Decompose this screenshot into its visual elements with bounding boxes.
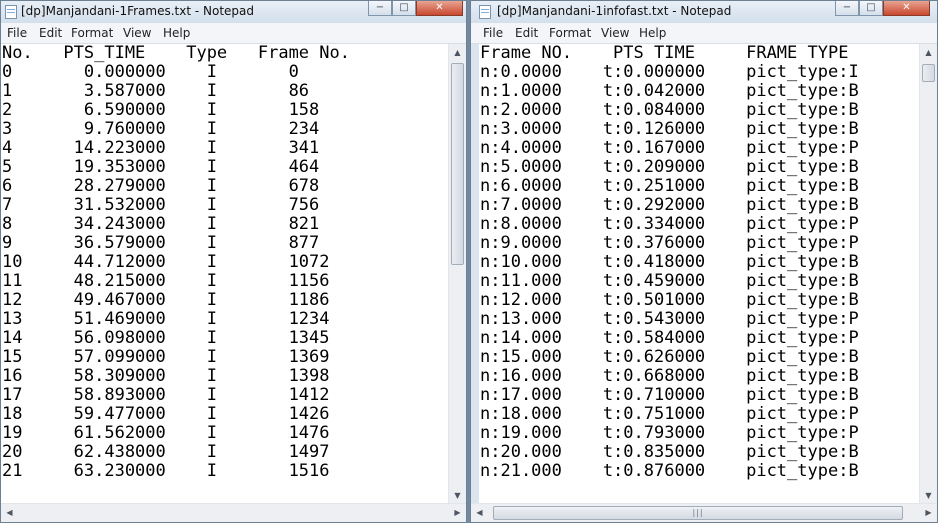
title-bar[interactable]: [dp]Manjandani-1infofast.txt - Notepad −… (471, 1, 937, 23)
scroll-up-arrow-icon[interactable]: ▲ (920, 44, 937, 61)
text-line: 14 56.098000 I 1345 (2, 328, 330, 348)
text-line: 11 48.215000 I 1156 (2, 271, 330, 291)
text-line: n:2.0000 t:0.084000 pict_type:B (480, 100, 859, 120)
menu-bar: File Edit Format View Help (1, 23, 466, 44)
text-editor[interactable]: Frame NO. PTS TIME FRAME TYPE n:0.0000 t:… (479, 44, 920, 504)
scrollbar-thumb[interactable] (922, 64, 935, 82)
notepad-window-infofast: [dp]Manjandani-1infofast.txt - Notepad −… (470, 0, 938, 523)
text-line: n:6.0000 t:0.251000 pict_type:B (480, 176, 859, 196)
text-line: 18 59.477000 I 1426 (2, 404, 330, 424)
menu-bar: File Edit Format View Help (471, 23, 937, 44)
minimize-button[interactable]: − (368, 1, 392, 16)
text-line: 9 36.579000 I 877 (2, 233, 320, 253)
text-line: 5 19.353000 I 464 (2, 157, 320, 177)
menu-edit[interactable]: Edit (39, 26, 62, 40)
scrollbar-thumb[interactable]: ||| (493, 506, 903, 520)
window-title: [dp]Manjandani-1infofast.txt - Notepad (497, 4, 732, 18)
text-line: 16 58.309000 I 1398 (2, 366, 330, 386)
close-button[interactable]: ✕ (883, 1, 930, 16)
text-line: 3 9.760000 I 234 (2, 119, 320, 139)
menu-help[interactable]: Help (163, 26, 190, 40)
text-line: n:16.000 t:0.668000 pict_type:B (480, 366, 859, 386)
scroll-down-arrow-icon[interactable]: ▼ (920, 487, 937, 504)
text-line: n:12.000 t:0.501000 pict_type:B (480, 290, 859, 310)
vertical-scrollbar[interactable]: ▲ ▼ (919, 44, 937, 504)
menu-help[interactable]: Help (639, 26, 666, 40)
menu-view[interactable]: View (123, 26, 151, 40)
text-line: 0 0.000000 I 0 (2, 62, 299, 82)
notepad-icon (479, 5, 491, 19)
menu-edit[interactable]: Edit (515, 26, 538, 40)
maximize-button[interactable]: □ (859, 1, 883, 16)
text-line: 20 62.438000 I 1497 (2, 442, 330, 462)
window-title: [dp]Manjandani-1Frames.txt - Notepad (21, 4, 254, 18)
notepad-window-frames: [dp]Manjandani-1Frames.txt - Notepad − □… (0, 0, 467, 523)
text-line: 2 6.590000 I 158 (2, 100, 320, 120)
text-line: n:8.0000 t:0.334000 pict_type:P (480, 214, 859, 234)
text-line: 12 49.467000 I 1186 (2, 290, 330, 310)
scroll-left-arrow-icon[interactable]: ◀ (1, 504, 18, 522)
text-line: n:5.0000 t:0.209000 pict_type:B (480, 157, 859, 177)
horizontal-scrollbar[interactable]: ◀ ||| ▶ (471, 503, 937, 522)
text-line: n:21.000 t:0.876000 pict_type:B (480, 461, 859, 481)
text-line: Frame NO. PTS TIME FRAME TYPE (480, 44, 849, 63)
text-line: n:17.000 t:0.710000 pict_type:B (480, 385, 859, 405)
text-line: n:20.000 t:0.835000 pict_type:B (480, 442, 859, 462)
text-line: 7 31.532000 I 756 (2, 195, 320, 215)
title-bar[interactable]: [dp]Manjandani-1Frames.txt - Notepad − □… (1, 1, 466, 23)
text-line: n:14.000 t:0.584000 pict_type:P (480, 328, 859, 348)
text-line: n:0.0000 t:0.000000 pict_type:I (480, 62, 859, 82)
text-line: 6 28.279000 I 678 (2, 176, 320, 196)
text-line: 17 58.893000 I 1412 (2, 385, 330, 405)
text-line: n:15.000 t:0.626000 pict_type:B (480, 347, 859, 367)
text-line: 21 63.230000 I 1516 (2, 461, 330, 481)
text-line: n:1.0000 t:0.042000 pict_type:B (480, 81, 859, 101)
text-line: 13 51.469000 I 1234 (2, 309, 330, 329)
menu-file[interactable]: File (7, 26, 27, 40)
notepad-icon (5, 5, 17, 19)
text-line: 15 57.099000 I 1369 (2, 347, 330, 367)
minimize-button[interactable]: − (835, 1, 859, 16)
text-line: n:4.0000 t:0.167000 pict_type:P (480, 138, 859, 158)
scroll-down-arrow-icon[interactable]: ▼ (449, 487, 466, 504)
text-line: 19 61.562000 I 1476 (2, 423, 330, 443)
menu-view[interactable]: View (601, 26, 629, 40)
text-line: 8 34.243000 I 821 (2, 214, 320, 234)
text-line: n:9.0000 t:0.376000 pict_type:P (480, 233, 859, 253)
scroll-right-arrow-icon[interactable]: ▶ (920, 504, 937, 522)
text-line: n:19.000 t:0.793000 pict_type:P (480, 423, 859, 443)
text-line: n:10.000 t:0.418000 pict_type:B (480, 252, 859, 272)
text-line: 1 3.587000 I 86 (2, 81, 310, 101)
text-editor[interactable]: No. PTS_TIME Type Frame No. 0 0.000000 I … (1, 44, 449, 504)
text-line: n:7.0000 t:0.292000 pict_type:B (480, 195, 859, 215)
close-button[interactable]: ✕ (416, 1, 463, 16)
menu-file[interactable]: File (483, 26, 503, 40)
menu-format[interactable]: Format (549, 26, 591, 40)
scrollbar-thumb[interactable] (451, 63, 464, 265)
text-line: 4 14.223000 I 341 (2, 138, 320, 158)
text-line: n:18.000 t:0.751000 pict_type:P (480, 404, 859, 424)
text-line: n:3.0000 t:0.126000 pict_type:B (480, 119, 859, 139)
text-line: n:13.000 t:0.543000 pict_type:P (480, 309, 859, 329)
vertical-scrollbar[interactable]: ▲ ▼ (448, 44, 466, 504)
text-line: No. PTS_TIME Type Frame No. (2, 44, 350, 63)
horizontal-scrollbar[interactable]: ◀ ▶ (1, 503, 466, 522)
maximize-button[interactable]: □ (392, 1, 416, 16)
scroll-right-arrow-icon[interactable]: ▶ (449, 504, 466, 522)
text-line: 10 44.712000 I 1072 (2, 252, 330, 272)
text-line: n:11.000 t:0.459000 pict_type:B (480, 271, 859, 291)
scroll-left-arrow-icon[interactable]: ◀ (471, 504, 488, 522)
scroll-up-arrow-icon[interactable]: ▲ (449, 44, 466, 61)
menu-format[interactable]: Format (71, 26, 113, 40)
